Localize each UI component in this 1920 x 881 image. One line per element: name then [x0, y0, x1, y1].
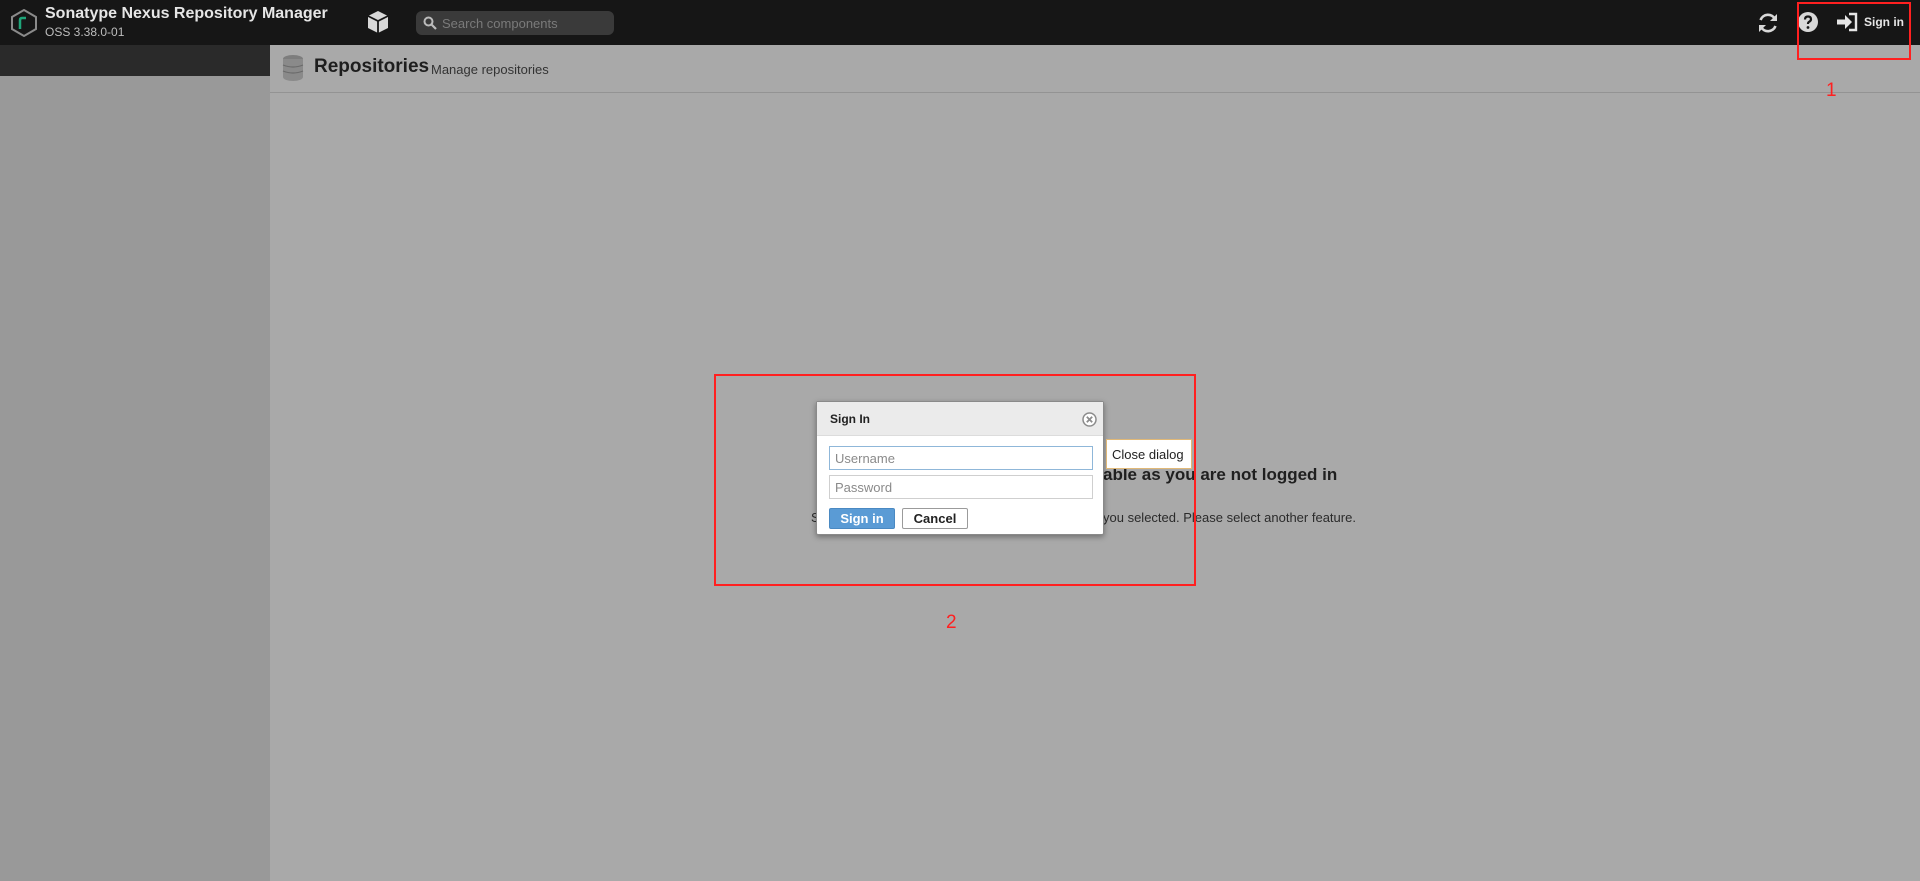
sidebar [0, 45, 270, 881]
nexus-logo-icon[interactable] [10, 9, 38, 37]
annotation-box-2 [714, 374, 1196, 586]
page-header: Repositories Manage repositories [270, 45, 1920, 93]
search-input[interactable] [442, 13, 608, 33]
search-icon [423, 16, 437, 30]
sidebar-header [0, 45, 270, 76]
cube-icon[interactable] [365, 9, 391, 35]
database-icon [282, 55, 304, 81]
app-title: Sonatype Nexus Repository Manager [45, 5, 328, 22]
app-version: OSS 3.38.0-01 [45, 25, 125, 39]
annotation-label-2: 2 [946, 612, 957, 633]
annotation-label-1: 1 [1826, 80, 1837, 101]
page-subtitle: Manage repositories [431, 62, 549, 77]
refresh-icon[interactable] [1756, 11, 1780, 35]
top-bar: Sonatype Nexus Repository Manager OSS 3.… [0, 0, 1920, 45]
search-box[interactable] [416, 11, 614, 35]
annotation-box-1 [1797, 2, 1911, 60]
page-title: Repositories [314, 56, 430, 77]
